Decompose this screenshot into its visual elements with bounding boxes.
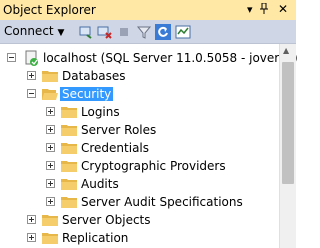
- tree-node-server-audit-specifications[interactable]: Server Audit Specifications: [0, 193, 279, 211]
- tree-node-cryptographic-providers[interactable]: Cryptographic Providers: [0, 157, 279, 175]
- expand-icon[interactable]: [27, 71, 36, 80]
- server-label: localhost (SQL Server 11.0.5058 - jovere…: [43, 51, 298, 65]
- title-bar: Object Explorer ▾ ✕: [0, 0, 296, 20]
- folder-icon: [61, 107, 77, 118]
- stop-icon[interactable]: [116, 24, 132, 40]
- folder-icon: [42, 71, 58, 82]
- disconnect-icon[interactable]: [96, 24, 112, 40]
- tree-node-logins[interactable]: Logins: [0, 103, 279, 121]
- folder-icon: [61, 143, 77, 154]
- folder-icon: [61, 179, 77, 190]
- server-roles-label: Server Roles: [81, 123, 157, 137]
- collapse-icon[interactable]: [27, 89, 36, 98]
- scroll-up-icon[interactable]: ▲: [283, 46, 289, 55]
- refresh-icon[interactable]: [155, 24, 171, 40]
- audits-label: Audits: [81, 177, 119, 191]
- tree-node-replication[interactable]: Replication: [0, 229, 279, 247]
- server-icon: [25, 50, 38, 66]
- filter-icon[interactable]: [136, 24, 152, 40]
- object-tree: localhost (SQL Server 11.0.5058 - jovere…: [0, 44, 298, 248]
- tree-node-server-objects[interactable]: Server Objects: [0, 211, 279, 229]
- folder-open-icon: [42, 89, 58, 100]
- pin-icon[interactable]: [259, 2, 269, 17]
- tree-node-security[interactable]: Security: [0, 85, 279, 103]
- tree-node-server-roles[interactable]: Server Roles: [0, 121, 279, 139]
- expand-icon[interactable]: [27, 233, 36, 242]
- expand-icon[interactable]: [46, 107, 55, 116]
- cryptographic-providers-label: Cryptographic Providers: [81, 159, 226, 173]
- expand-icon[interactable]: [46, 161, 55, 170]
- panel-title: Object Explorer: [3, 3, 96, 17]
- folder-icon: [61, 197, 77, 208]
- folder-icon: [61, 161, 77, 172]
- connect-object-icon[interactable]: [78, 24, 94, 40]
- security-label: Security: [60, 87, 114, 101]
- expand-icon[interactable]: [46, 179, 55, 188]
- folder-icon: [61, 125, 77, 136]
- toolbar: Connect ▼: [0, 20, 296, 44]
- tree-node-audits[interactable]: Audits: [0, 175, 279, 193]
- connect-button[interactable]: Connect ▼: [4, 24, 64, 38]
- expand-icon[interactable]: [46, 125, 55, 134]
- tree-node-credentials[interactable]: Credentials: [0, 139, 279, 157]
- tree-node-databases[interactable]: Databases: [0, 67, 279, 85]
- vertical-scrollbar[interactable]: ▲: [279, 44, 296, 248]
- expand-icon[interactable]: [46, 197, 55, 206]
- server-objects-label: Server Objects: [62, 213, 151, 227]
- expand-icon[interactable]: [46, 143, 55, 152]
- tree-node-server[interactable]: localhost (SQL Server 11.0.5058 - jovere…: [0, 49, 298, 67]
- logins-label: Logins: [81, 105, 120, 119]
- credentials-label: Credentials: [81, 141, 150, 155]
- chevron-down-icon: ▼: [57, 28, 65, 38]
- server-audit-specifications-label: Server Audit Specifications: [81, 195, 243, 209]
- connect-label: Connect: [4, 24, 54, 38]
- folder-icon: [42, 215, 58, 226]
- replication-label: Replication: [62, 231, 129, 245]
- expand-icon[interactable]: [27, 215, 36, 224]
- databases-label: Databases: [62, 69, 126, 83]
- scrollbar-thumb[interactable]: [282, 62, 294, 184]
- folder-icon: [42, 233, 58, 244]
- activity-monitor-icon[interactable]: [175, 24, 191, 40]
- collapse-icon[interactable]: [7, 53, 16, 62]
- dropdown-icon[interactable]: ▾: [247, 3, 253, 16]
- close-icon[interactable]: ✕: [278, 2, 288, 16]
